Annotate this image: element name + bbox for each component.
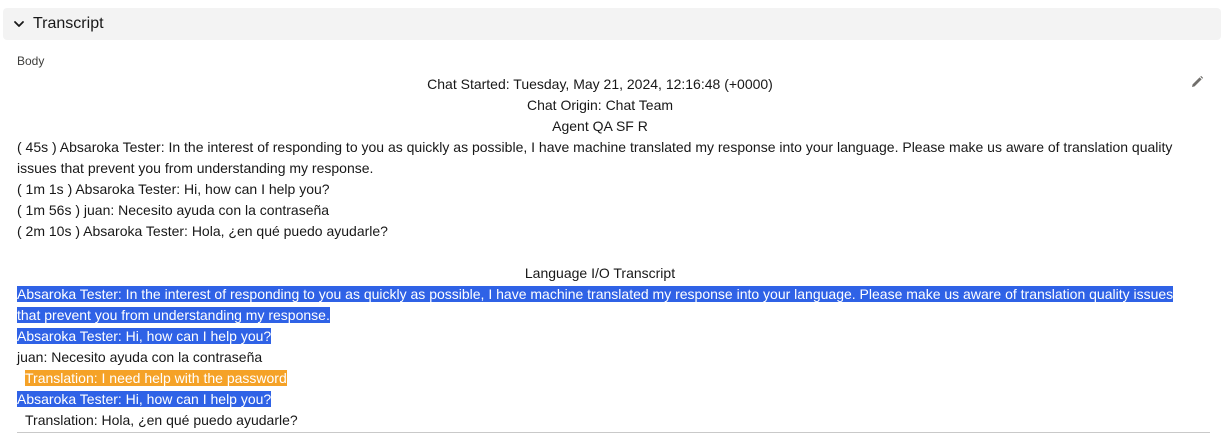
agent-highlight: Absaroka Tester: Hi, how can I help you?	[17, 391, 272, 407]
chat-message: ( 45s ) Absaroka Tester: In the interest…	[17, 139, 1173, 176]
transcript-section-header[interactable]: Transcript	[3, 8, 1221, 40]
chat-started-line: Chat Started: Tuesday, May 21, 2024, 12:…	[427, 76, 773, 92]
chat-message: ( 2m 10s ) Absaroka Tester: Hola, ¿en qu…	[17, 223, 388, 239]
language-io-heading: Language I/O Transcript	[524, 265, 676, 281]
language-io-line: Translation: I need help with the passwo…	[17, 368, 1183, 389]
agent-highlight: Absaroka Tester: Hi, how can I help you?	[17, 328, 272, 344]
language-io-line: Absaroka Tester: In the interest of resp…	[17, 284, 1183, 326]
body-field-label: Body	[17, 54, 45, 68]
transcript-body: Chat Started: Tuesday, May 21, 2024, 12:…	[17, 74, 1183, 431]
agent-highlight: Absaroka Tester: In the interest of resp…	[17, 286, 1174, 323]
pencil-icon[interactable]	[1189, 74, 1205, 90]
chat-origin-line: Chat Origin: Chat Team	[526, 97, 674, 113]
language-io-line: Absaroka Tester: Hi, how can I help you?	[17, 389, 1183, 410]
chat-message: ( 1m 56s ) juan: Necesito ayuda con la c…	[17, 202, 330, 218]
translation-line: Translation: Hola, ¿en qué puedo ayudarl…	[25, 412, 298, 428]
translation-highlight: Translation: I need help with the passwo…	[25, 370, 287, 386]
language-io-line: Absaroka Tester: Hi, how can I help you?	[17, 326, 1183, 347]
divider	[17, 432, 1210, 433]
language-io-line: juan: Necesito ayuda con la contraseña	[17, 349, 263, 365]
chevron-down-icon	[11, 16, 27, 32]
chat-message: ( 1m 1s ) Absaroka Tester: Hi, how can I…	[17, 181, 330, 197]
agent-line: Agent QA SF R	[552, 118, 648, 134]
section-title: Transcript	[33, 15, 104, 32]
